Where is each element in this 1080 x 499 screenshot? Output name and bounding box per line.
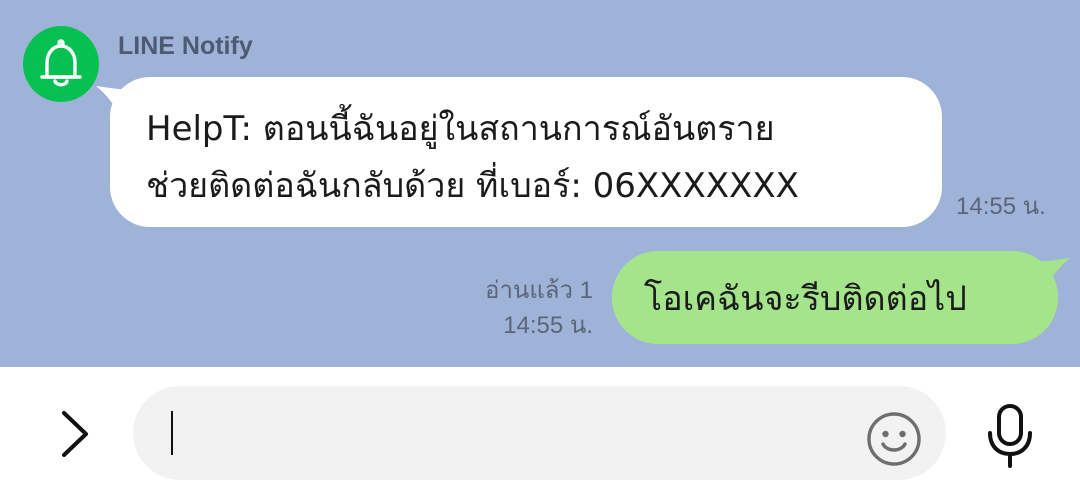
- microphone-icon[interactable]: [982, 403, 1038, 469]
- read-receipt: อ่านแล้ว 1: [485, 277, 593, 304]
- text-caret: [171, 411, 173, 455]
- incoming-message-bubble[interactable]: HelpT: ตอนนี้ฉันอยู่ในสถานการณ์อันตราย ช…: [110, 77, 942, 227]
- chat-area[interactable]: LINE Notify HelpT: ตอนนี้ฉันอยู่ในสถานกา…: [0, 0, 1080, 367]
- smiley-icon[interactable]: [866, 411, 922, 467]
- incoming-message-line-2: ช่วยติดต่อฉันกลับด้วย ที่เบอร์: 06XXXXXX…: [146, 166, 799, 206]
- sender-name: LINE Notify: [118, 32, 253, 60]
- incoming-message-line-1: HelpT: ตอนนี้ฉันอยู่ในสถานการณ์อันตราย: [146, 109, 775, 149]
- bell-icon: [40, 39, 82, 87]
- message-input-bar: [0, 367, 1080, 499]
- sender-avatar[interactable]: [23, 26, 99, 102]
- outgoing-message-text: โอเคฉันจะรีบติดต่อไป: [644, 278, 967, 319]
- chevron-right-icon: [62, 411, 88, 457]
- message-input[interactable]: [133, 386, 946, 480]
- line-chat-screen: LINE Notify HelpT: ตอนนี้ฉันอยู่ในสถานกา…: [0, 0, 1080, 499]
- incoming-message-time: 14:55 น.: [956, 193, 1046, 220]
- expand-menu-button[interactable]: [50, 404, 100, 464]
- outgoing-message-time: 14:55 น.: [503, 312, 593, 339]
- outgoing-message-bubble[interactable]: โอเคฉันจะรีบติดต่อไป: [612, 251, 1058, 344]
